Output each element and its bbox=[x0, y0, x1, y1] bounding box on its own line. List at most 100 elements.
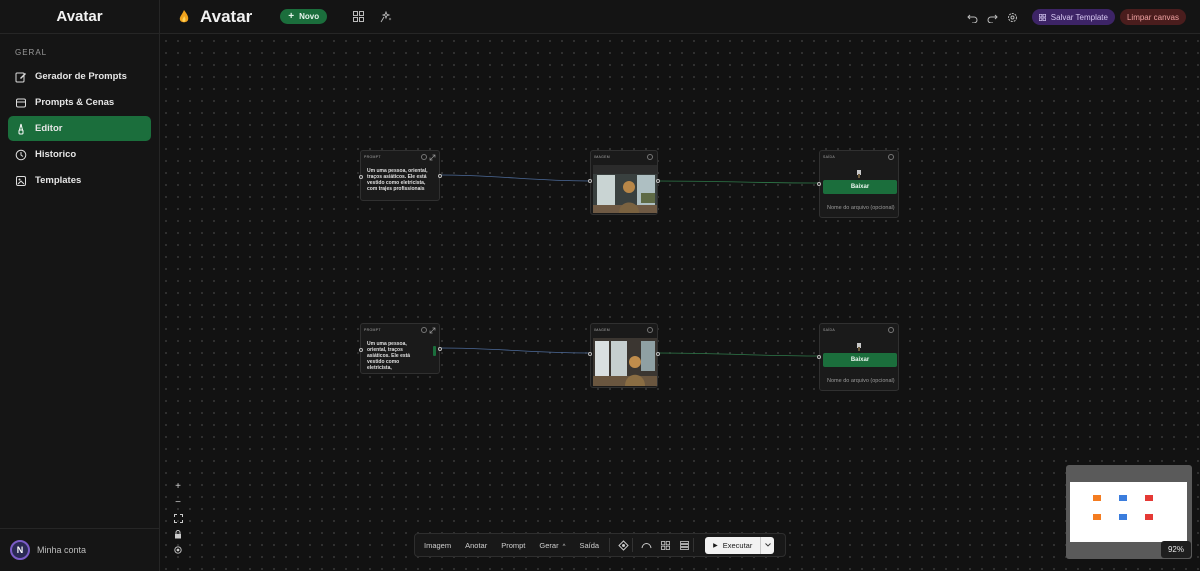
minimap-node-output bbox=[1145, 514, 1153, 520]
generated-image[interactable] bbox=[593, 338, 657, 386]
circle-icon[interactable] bbox=[647, 327, 653, 333]
edit-icon bbox=[15, 71, 27, 83]
execute-button[interactable]: ▶ Executar bbox=[705, 536, 761, 554]
download-button[interactable]: Baixar bbox=[823, 353, 897, 367]
chevron-up-icon: ^ bbox=[562, 543, 566, 550]
grid-icon[interactable] bbox=[351, 10, 365, 24]
filename-field[interactable]: Nome do arquivo (opcional) bbox=[823, 374, 897, 388]
node-header: IMAGEM bbox=[591, 151, 657, 163]
node-canvas[interactable]: PROMPT Um uma pessoa, oriental, traços a… bbox=[160, 35, 1200, 571]
circle-icon[interactable] bbox=[888, 154, 894, 160]
circle-icon[interactable] bbox=[421, 154, 427, 160]
zoom-in-button[interactable]: + bbox=[171, 478, 185, 494]
grid-layout-icon[interactable] bbox=[659, 539, 671, 551]
prompt-text[interactable]: Um uma pessoa, oriental, traços asiático… bbox=[361, 163, 439, 197]
execute-options-button[interactable] bbox=[760, 536, 775, 554]
clear-canvas-button[interactable]: Limpar canvas bbox=[1119, 9, 1186, 25]
output-port[interactable] bbox=[438, 174, 442, 178]
prompt-text[interactable]: Um uma pessoa, oriental, traços asiático… bbox=[361, 336, 439, 376]
add-output-node[interactable]: Saída bbox=[579, 541, 599, 550]
node-type-label: PROMPT bbox=[364, 155, 381, 159]
avatar: N bbox=[10, 540, 30, 560]
template-grid-icon bbox=[1038, 13, 1046, 21]
sidebar-item-editor[interactable]: Editor bbox=[8, 116, 151, 141]
image-node[interactable]: IMAGEM bbox=[588, 323, 660, 388]
expand-icon[interactable] bbox=[429, 154, 436, 161]
expand-icon[interactable] bbox=[429, 327, 436, 334]
input-port[interactable] bbox=[359, 175, 363, 179]
bottom-toolbar: Imagem Anotar Prompt Gerar ^ Saída ▶ Exe… bbox=[414, 533, 786, 557]
sidebar-section-label: GERAL bbox=[15, 48, 48, 57]
node-header: PROMPT bbox=[361, 151, 439, 163]
input-port[interactable] bbox=[588, 352, 592, 356]
filename-field[interactable]: Nome do arquivo (opcional) bbox=[823, 201, 897, 215]
redo-icon[interactable] bbox=[986, 10, 1000, 24]
edges-layer bbox=[438, 174, 820, 357]
undo-icon[interactable] bbox=[966, 10, 980, 24]
image-node[interactable]: IMAGEM bbox=[588, 150, 660, 215]
minimap-node-prompt bbox=[1093, 514, 1101, 520]
prompt-node[interactable]: PROMPT Um uma pessoa, oriental, traços a… bbox=[359, 323, 442, 376]
node-type-label: SAÍDA bbox=[823, 328, 836, 332]
generated-image[interactable] bbox=[593, 165, 657, 213]
minimap-viewport bbox=[1070, 482, 1187, 542]
lock-icon[interactable] bbox=[171, 526, 185, 542]
node-type-label: IMAGEM bbox=[594, 328, 610, 332]
input-port[interactable] bbox=[817, 182, 821, 186]
sidebar-item-prompts-cenas[interactable]: Prompts & Cenas bbox=[8, 90, 151, 115]
app-root: Avatar GERAL Gerador de Prompts Prompts … bbox=[0, 0, 1200, 571]
image-preview-icon bbox=[856, 165, 862, 178]
input-port[interactable] bbox=[817, 355, 821, 359]
node-type-label: PROMPT bbox=[364, 328, 381, 332]
save-template-button[interactable]: Salvar Template bbox=[1031, 9, 1115, 25]
circle-icon[interactable] bbox=[888, 327, 894, 333]
download-button[interactable]: Baixar bbox=[823, 180, 897, 194]
output-node[interactable]: SAÍDA Baixar Nome do arquivo (opcional) bbox=[817, 323, 899, 391]
execute-label: Executar bbox=[722, 540, 753, 550]
add-image-node[interactable]: Imagem bbox=[424, 541, 451, 550]
sidebar-item-templates[interactable]: Templates bbox=[8, 168, 151, 193]
edge-image2-output2 bbox=[657, 352, 820, 357]
zoom-out-button[interactable]: − bbox=[171, 494, 185, 510]
node-header: SAÍDA bbox=[820, 151, 898, 163]
scrollbar[interactable] bbox=[433, 346, 436, 356]
output-port[interactable] bbox=[656, 179, 660, 183]
plus-icon: + bbox=[288, 11, 295, 22]
add-annotate-node[interactable]: Anotar bbox=[465, 541, 487, 550]
new-button[interactable]: + Novo bbox=[280, 9, 328, 24]
sparkles-icon[interactable] bbox=[379, 10, 393, 24]
node-type-label: IMAGEM bbox=[594, 155, 610, 159]
fit-view-button[interactable] bbox=[171, 510, 185, 526]
topbar: Avatar + Novo Salvar Template Limpar can… bbox=[160, 0, 1200, 34]
diamond-icon[interactable] bbox=[617, 539, 629, 551]
image-preview-icon bbox=[856, 338, 862, 351]
sidebar-item-label: Templates bbox=[35, 175, 82, 186]
prompt-node[interactable]: PROMPT Um uma pessoa, oriental, traços a… bbox=[359, 150, 442, 201]
circle-icon[interactable] bbox=[647, 154, 653, 160]
sidebar-item-label: Gerador de Prompts bbox=[35, 71, 127, 82]
divider bbox=[632, 538, 634, 552]
output-port[interactable] bbox=[438, 347, 442, 351]
node-header: IMAGEM bbox=[591, 324, 657, 336]
input-port[interactable] bbox=[359, 348, 363, 352]
output-port[interactable] bbox=[656, 352, 660, 356]
sidebar-item-historico[interactable]: Historico bbox=[8, 142, 151, 167]
curve-icon[interactable] bbox=[640, 539, 652, 551]
edge-prompt2-image2 bbox=[438, 347, 590, 354]
add-generate-node[interactable]: Gerar ^ bbox=[539, 541, 565, 550]
circle-icon[interactable] bbox=[421, 327, 427, 333]
target-icon[interactable] bbox=[171, 542, 185, 558]
node-header: SAÍDA bbox=[820, 324, 898, 336]
minimap-node-image bbox=[1119, 495, 1127, 501]
list-layout-icon[interactable] bbox=[678, 539, 690, 551]
sidebar-item-gerador-de-prompts[interactable]: Gerador de Prompts bbox=[8, 64, 151, 89]
output-node[interactable]: SAÍDA Baixar Nome do arquivo (opcional) bbox=[817, 150, 899, 218]
add-prompt-node[interactable]: Prompt bbox=[501, 541, 525, 550]
settings-icon[interactable] bbox=[1006, 10, 1020, 24]
account-label: Minha conta bbox=[37, 545, 87, 555]
sidebar-item-label: Historico bbox=[35, 149, 77, 160]
layers-icon bbox=[15, 97, 27, 109]
divider bbox=[609, 538, 611, 552]
input-port[interactable] bbox=[588, 179, 592, 183]
account-button[interactable]: N Minha conta bbox=[0, 528, 160, 571]
